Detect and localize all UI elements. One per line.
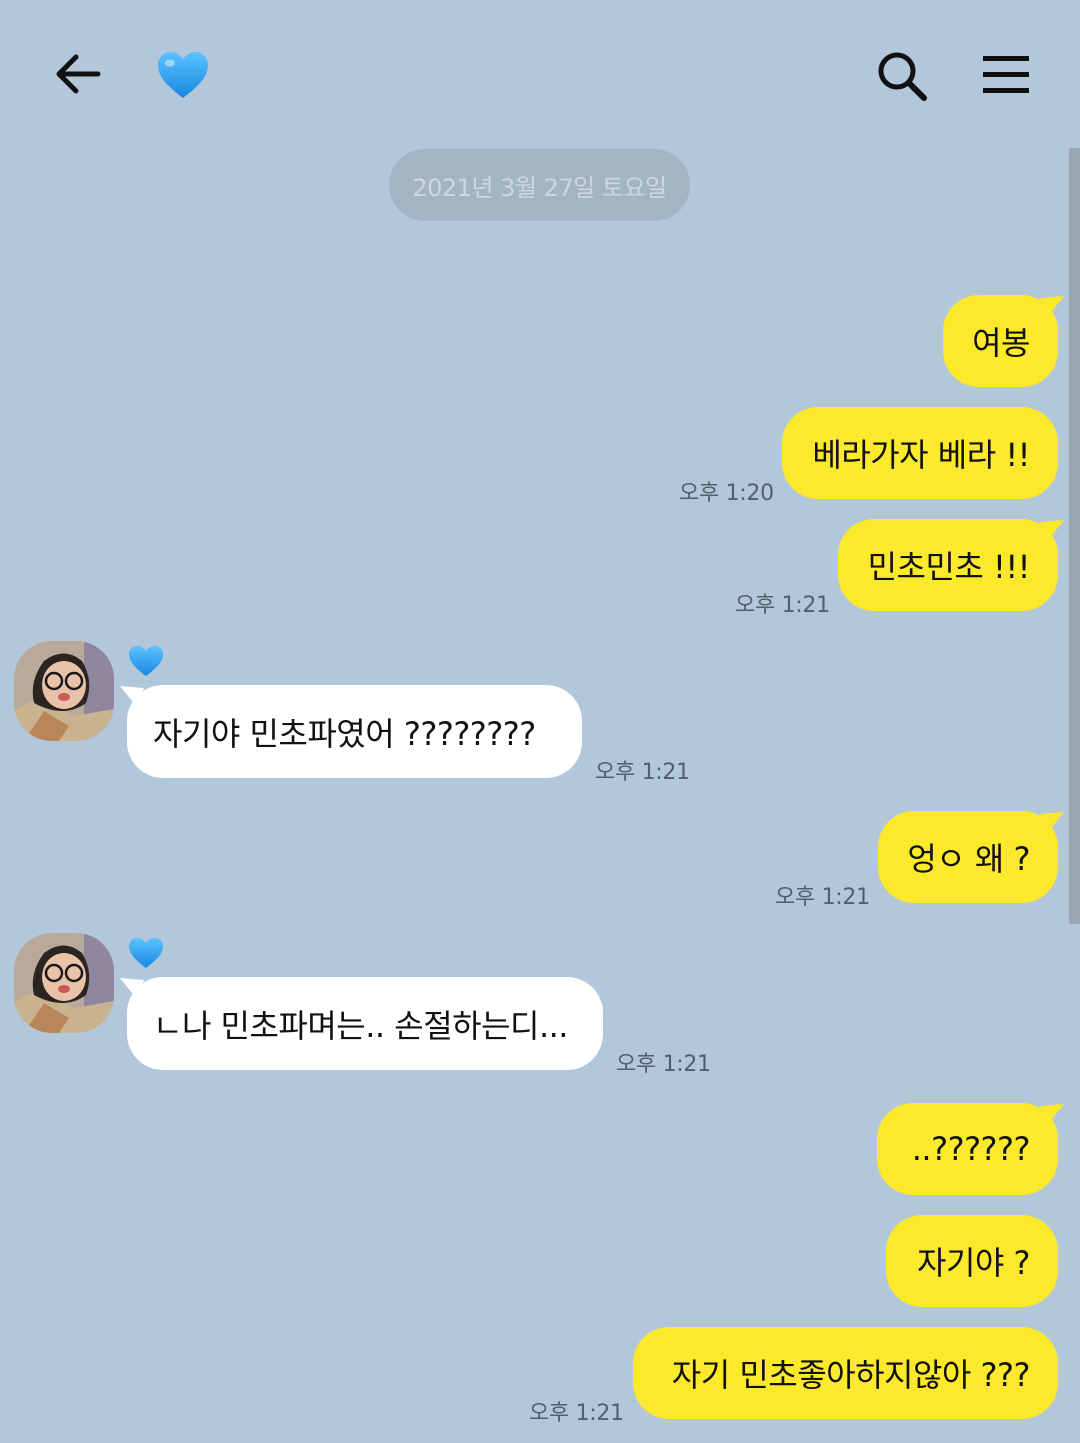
back-button[interactable] (48, 44, 108, 104)
avatar[interactable] (14, 641, 114, 741)
bubble-tail (1040, 296, 1064, 316)
message-text: 베라가자 베라 !! (812, 436, 1030, 474)
their-message-bubble[interactable]: ㄴ나 민초파며는.. 손절하는디... (127, 977, 603, 1070)
sender-blue-heart-icon (129, 646, 163, 676)
chat-header (0, 0, 1080, 150)
profile-photo (14, 641, 114, 741)
search-button[interactable] (874, 48, 930, 104)
profile-photo (14, 933, 114, 1033)
my-message-bubble[interactable]: 베라가자 베라 !! (782, 407, 1058, 499)
message-text: ..?????? (911, 1130, 1031, 1168)
message-time: 오후 1:21 (595, 760, 690, 785)
search-icon (878, 52, 927, 101)
message-text: 자기 민초좋아하지않아 ??? (671, 1356, 1031, 1394)
message-text: 여봉 (972, 324, 1030, 362)
message-text: ㄴ나 민초파며는.. 손절하는디... (153, 1006, 568, 1045)
chat-title-heart-icon (156, 50, 210, 100)
scrollbar[interactable] (1069, 148, 1080, 924)
bubble-tail (1040, 812, 1064, 832)
date-divider: 2021년 3월 27일 토요일 (389, 149, 690, 221)
message-time: 오후 1:21 (529, 1401, 624, 1426)
sender-blue-heart-icon (129, 938, 163, 968)
message-text: 민초민초 !!! (867, 548, 1031, 586)
message-time: 오후 1:21 (735, 593, 830, 618)
their-message-bubble[interactable]: 자기야 민초파였어 ???????? (127, 685, 582, 778)
my-message-bubble[interactable]: 엉ㅇ 왜 ? (878, 811, 1058, 903)
my-message-bubble[interactable]: 민초민초 !!! (838, 519, 1058, 611)
message-time: 오후 1:21 (775, 885, 870, 910)
message-text: 엉ㅇ 왜 ? (907, 840, 1030, 878)
arrow-left-icon (56, 54, 101, 94)
bubble-tail (1040, 1104, 1064, 1124)
my-message-bubble[interactable]: 자기야 ? (886, 1215, 1058, 1307)
my-message-bubble[interactable]: 자기 민초좋아하지않아 ??? (633, 1327, 1058, 1419)
bubble-tail (1040, 520, 1064, 540)
message-time: 오후 1:20 (679, 481, 774, 506)
message-text: 자기야 민초파였어 ???????? (153, 714, 536, 753)
message-text: 자기야 ? (917, 1244, 1030, 1282)
avatar[interactable] (14, 933, 114, 1033)
hamburger-menu-icon (983, 56, 1029, 93)
my-message-bubble[interactable]: ..?????? (877, 1103, 1058, 1195)
menu-button[interactable] (980, 52, 1032, 98)
message-time: 오후 1:21 (616, 1052, 711, 1077)
